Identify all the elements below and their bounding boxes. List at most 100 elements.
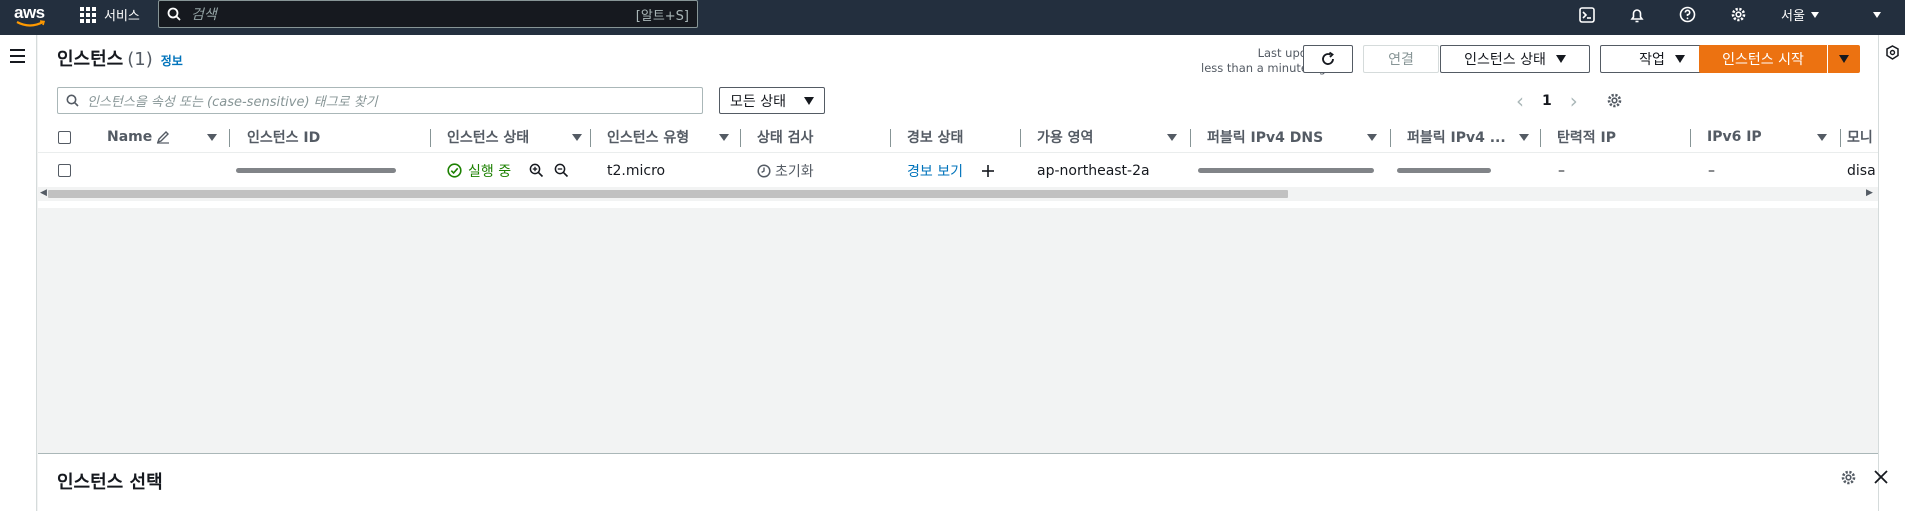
table-row[interactable]: 실행 중 t2.micro 초기화 경보 보기 ap-northeast-2a … (38, 154, 1878, 187)
current-page[interactable]: 1 (1542, 93, 1552, 109)
select-all-checkbox[interactable] (58, 121, 71, 153)
column-header-availability-zone[interactable]: 가용 영역 (1037, 121, 1177, 153)
column-label: 인스턴스 상태 (447, 130, 530, 146)
cell-ipv6: – (1708, 162, 1715, 179)
zoom-in-icon[interactable] (529, 163, 544, 178)
account-menu-button[interactable] (1873, 0, 1881, 29)
column-label: 퍼블릭 IPv4 ... (1407, 130, 1506, 146)
cell-public-ipv4 (1397, 154, 1491, 187)
filter-placeholder: 인스턴스을 속성 또는 (case-sensitive) 태그로 찾기 (87, 95, 378, 110)
launch-instances-button[interactable]: 인스턴스 시작 (1699, 45, 1827, 73)
terminal-icon (1579, 6, 1595, 23)
column-header-alarm-status[interactable]: 경보 상태 (907, 121, 963, 153)
instance-state-label: 인스턴스 상태 (1464, 52, 1546, 68)
column-header-name[interactable]: Name (107, 121, 217, 153)
page-title: 인스턴스 (1) 정보 (57, 45, 183, 71)
column-header-public-dns[interactable]: 퍼블릭 IPv4 DNS (1207, 121, 1377, 153)
sort-icon (1817, 133, 1827, 141)
tools-panel-rail (1878, 35, 1905, 511)
cell-instance-id[interactable] (236, 154, 396, 187)
state-filter-value: 모든 상태 (730, 93, 786, 110)
redacted-instance-id (236, 168, 396, 173)
cell-elastic-ip: – (1558, 162, 1565, 179)
feedback-icon[interactable] (1885, 45, 1900, 60)
services-label: 서비스 (104, 9, 140, 24)
region-selector[interactable]: 서울 (1781, 0, 1819, 29)
sort-icon (1519, 133, 1529, 141)
pagination: ‹ 1 › (1516, 87, 1623, 114)
redacted-public-ip (1397, 168, 1491, 173)
search-placeholder: 검색 (191, 7, 217, 23)
notifications-button[interactable] (1629, 0, 1645, 29)
column-header-status-check[interactable]: 상태 검사 (757, 121, 813, 153)
horizontal-scrollbar[interactable]: ◀ ▶ (38, 187, 1878, 201)
aws-logo[interactable]: aws (14, 3, 48, 29)
bell-icon (1630, 8, 1644, 22)
column-header-instance-state[interactable]: 인스턴스 상태 (447, 121, 582, 153)
column-header-public-ipv4[interactable]: 퍼블릭 IPv4 ... (1407, 121, 1529, 153)
settings-button[interactable] (1730, 0, 1747, 29)
launch-options-dropdown[interactable] (1828, 45, 1860, 73)
column-label: 인스턴스 유형 (607, 130, 690, 146)
top-navigation: aws 서비스 검색 [알트+S] 서울 (0, 0, 1905, 35)
column-header-instance-type[interactable]: 인스턴스 유형 (607, 121, 729, 153)
instance-filter-input[interactable]: 인스턴스을 속성 또는 (case-sensitive) 태그로 찾기 (57, 87, 703, 114)
help-button[interactable] (1679, 0, 1696, 29)
help-icon (1679, 6, 1696, 23)
row-checkbox[interactable] (58, 154, 71, 187)
split-panel-settings-icon[interactable] (1840, 469, 1857, 486)
scrollbar-thumb[interactable] (48, 190, 1288, 198)
view-alarms-link[interactable]: 경보 보기 (907, 161, 963, 181)
search-icon (167, 7, 181, 21)
sort-icon (207, 133, 217, 141)
cloudshell-button[interactable] (1579, 0, 1595, 29)
column-label: Name (107, 129, 153, 145)
launch-instances-label: 인스턴스 시작 (1722, 52, 1804, 68)
cell-instance-state: 실행 중 (447, 154, 569, 187)
pencil-icon (157, 131, 170, 144)
column-label: 인스턴스 ID (247, 130, 321, 146)
caret-down-icon (1555, 55, 1566, 63)
refresh-button[interactable] (1303, 45, 1353, 73)
connect-label: 연결 (1388, 52, 1414, 68)
cell-monitoring: disa (1847, 162, 1876, 179)
column-label: 경보 상태 (907, 130, 964, 146)
search-icon (66, 94, 79, 107)
redacted-public-dns (1198, 168, 1374, 173)
connect-button[interactable]: 연결 (1363, 45, 1439, 73)
region-label: 서울 (1781, 9, 1805, 24)
info-link[interactable]: 정보 (161, 54, 183, 68)
table-preferences-icon[interactable] (1606, 92, 1623, 109)
caret-down-icon (1839, 55, 1849, 63)
split-panel: 인스턴스 선택 (38, 454, 1888, 511)
caret-down-icon (804, 96, 814, 105)
column-label: IPv6 IP (1707, 129, 1762, 145)
scroll-left-icon[interactable]: ◀ (40, 188, 47, 198)
menu-icon[interactable] (10, 49, 25, 67)
status-check-text: 초기화 (775, 163, 814, 180)
instance-count: (1) (127, 49, 153, 70)
refresh-icon (1322, 51, 1334, 65)
page-title-text: 인스턴스 (57, 49, 124, 70)
column-header-elastic-ip[interactable]: 탄력적 IP (1557, 121, 1616, 153)
add-alarm-icon[interactable] (981, 164, 995, 178)
close-icon[interactable] (1874, 470, 1888, 484)
sort-icon (719, 133, 729, 141)
actions-label: 작업 (1639, 52, 1665, 68)
global-search-input[interactable]: 검색 [알트+S] (158, 0, 698, 28)
scroll-right-icon[interactable]: ▶ (1866, 188, 1873, 198)
services-menu-button[interactable]: 서비스 (80, 0, 140, 29)
column-label: 상태 검사 (757, 130, 814, 146)
column-header-instance-id[interactable]: 인스턴스 ID (247, 121, 320, 153)
prev-page-icon[interactable]: ‹ (1516, 89, 1524, 113)
column-label: 모니 (1847, 130, 1873, 146)
column-header-monitoring[interactable]: 모니 (1847, 121, 1873, 153)
column-label: 가용 영역 (1037, 130, 1094, 146)
services-grid-icon (80, 6, 96, 23)
instance-state-text: 실행 중 (468, 163, 512, 180)
state-filter-select[interactable]: 모든 상태 (719, 87, 825, 114)
next-page-icon[interactable]: › (1570, 89, 1578, 113)
zoom-out-icon[interactable] (554, 163, 569, 178)
instance-state-button[interactable]: 인스턴스 상태 (1440, 45, 1590, 73)
column-header-ipv6[interactable]: IPv6 IP (1707, 121, 1827, 153)
